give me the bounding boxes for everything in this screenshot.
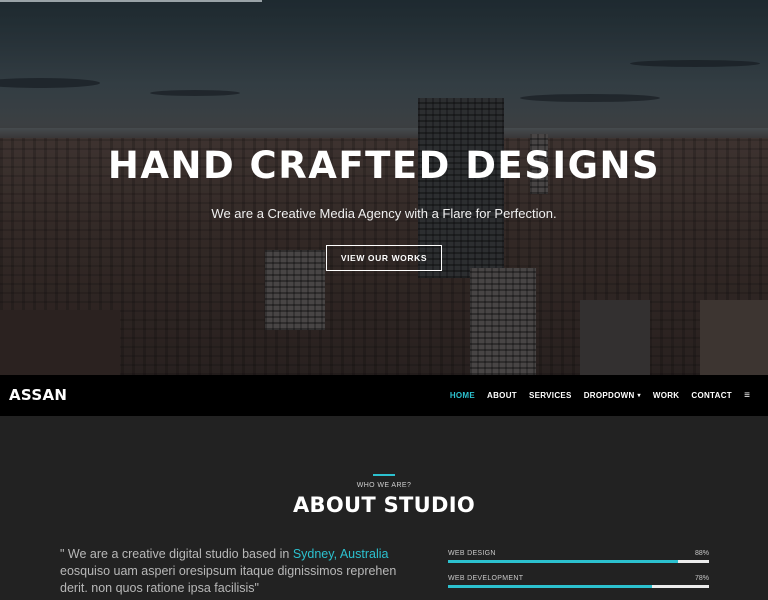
hero-title: HAND CRAFTED DESIGNS	[107, 144, 661, 187]
section-accent-line	[373, 474, 395, 476]
hero-overlay	[0, 0, 768, 375]
nav-item-dropdown[interactable]: DROPDOWN ▾	[584, 391, 641, 400]
skill-fill	[448, 560, 678, 563]
hero-section: HAND CRAFTED DESIGNS We are a Creative M…	[0, 0, 768, 375]
nav-item-work[interactable]: WORK	[653, 391, 680, 400]
nav-item-about[interactable]: ABOUT	[487, 391, 517, 400]
skill-percent: 78%	[694, 575, 709, 582]
nav-item-label: CONTACT	[691, 391, 732, 400]
menu-icon[interactable]: ≡	[736, 375, 758, 416]
nav-item-label: SERVICES	[528, 391, 572, 400]
brand-logo[interactable]: ASSAN	[9, 386, 67, 404]
nav-item-label: DROPDOWN	[583, 391, 635, 400]
nav-item-label: WORK	[652, 391, 680, 400]
skill-bar: WEB DEVELOPMENT 78%	[448, 575, 709, 600]
quote-text: eosquiso uam asperi oresipsum itaque dig…	[60, 564, 397, 595]
page-load-progress	[0, 0, 262, 2]
skill-track	[448, 560, 709, 563]
main-navbar: ASSAN HOME ABOUT SERVICES DROPDOWN ▾ WORK…	[0, 375, 768, 416]
skill-track	[448, 585, 709, 588]
view-our-works-button[interactable]: VIEW OUR WORKS	[326, 245, 442, 271]
nav-item-label: HOME	[449, 391, 476, 400]
section-title: ABOUT STUDIO	[293, 493, 475, 517]
about-section: WHO WE ARE? ABOUT STUDIO " We are a crea…	[0, 416, 768, 600]
nav-item-services[interactable]: SERVICES	[529, 391, 572, 400]
nav-item-home[interactable]: HOME	[450, 391, 475, 400]
chevron-down-icon: ▾	[637, 393, 641, 399]
skill-percent: 88%	[694, 550, 709, 557]
skills-list: WEB DESIGN 88% WEB DEVELOPMENT 78%	[448, 550, 709, 600]
quote-text: " We are a creative digital studio based…	[60, 547, 293, 561]
about-quote: " We are a creative digital studio based…	[60, 546, 420, 597]
skill-name: WEB DESIGN	[448, 550, 496, 557]
nav-menu: HOME ABOUT SERVICES DROPDOWN ▾ WORK CONTA…	[438, 375, 732, 416]
nav-item-contact[interactable]: CONTACT	[691, 391, 732, 400]
skill-fill	[448, 585, 652, 588]
section-eyebrow: WHO WE ARE?	[356, 482, 412, 489]
nav-item-label: ABOUT	[487, 391, 517, 400]
location-link[interactable]: Sydney, Australia	[293, 547, 389, 561]
skill-name: WEB DEVELOPMENT	[448, 575, 524, 582]
skill-bar: WEB DESIGN 88%	[448, 550, 709, 575]
hero-subtitle: We are a Creative Media Agency with a Fl…	[211, 206, 557, 221]
